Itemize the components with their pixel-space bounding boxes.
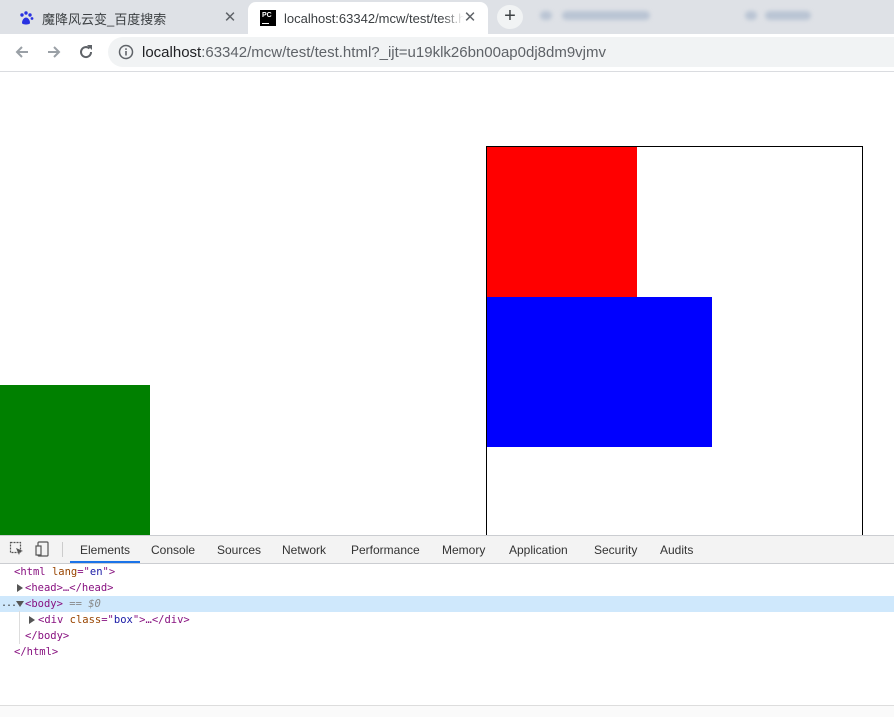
- browser-toolbar: localhost:63342/mcw/test/test.html?_ijt=…: [0, 34, 894, 72]
- indent-guide: [19, 627, 20, 644]
- close-tab-icon[interactable]: ✕: [462, 10, 478, 26]
- html-close-tag: </html>: [14, 646, 59, 658]
- device-toolbar-icon[interactable]: [35, 541, 51, 557]
- devtools-panel: Elements Console Sources Network Performance…: [0, 535, 894, 717]
- body-close-tag: </body>: [25, 630, 70, 642]
- address-bar[interactable]: localhost:63342/mcw/test/test.html?_ijt=…: [108, 37, 894, 67]
- info-icon[interactable]: [118, 44, 134, 60]
- forward-arrow-icon: [48, 46, 61, 58]
- box-container: [486, 146, 863, 535]
- head-tag: <head>…</head>: [25, 582, 114, 594]
- pycharm-icon: PC: [260, 10, 276, 26]
- devtools-toolbar: Elements Console Sources Network Performance…: [0, 536, 894, 564]
- baidu-paw-icon: [20, 11, 34, 25]
- back-arrow-icon: [15, 46, 28, 58]
- dom-node-html[interactable]: <html lang="en">: [0, 564, 894, 580]
- devtools-tab-security[interactable]: Security: [584, 536, 647, 563]
- devtools-tab-application[interactable]: Application: [499, 536, 578, 563]
- url-host: localhost: [142, 43, 202, 61]
- toolbar-divider: [62, 542, 63, 557]
- tab-title: 魔降风云变_百度搜索: [42, 11, 167, 27]
- body-tag: <body>: [25, 598, 63, 610]
- devtools-tab-audits[interactable]: Audits: [650, 536, 703, 563]
- green-square: [0, 385, 150, 535]
- back-button[interactable]: [11, 42, 33, 62]
- blue-rectangle: [487, 297, 712, 447]
- more-options-icon[interactable]: ...: [1, 596, 17, 612]
- devtools-tab-memory[interactable]: Memory: [432, 536, 495, 563]
- devtools-tab-elements[interactable]: Elements: [70, 536, 141, 563]
- inspect-element-icon[interactable]: [9, 541, 25, 557]
- tab-strip: 魔降风云变_百度搜索 ✕ PC localhost:63342/mcw/test…: [0, 0, 894, 34]
- url-text: localhost:63342/mcw/test/test.html?_ijt=…: [142, 44, 606, 61]
- dom-node-body[interactable]: ... <body> == $0: [0, 596, 894, 612]
- expand-triangle-icon[interactable]: [29, 616, 35, 624]
- dom-node-head[interactable]: <head>…</head>: [0, 580, 894, 596]
- page-viewport: [0, 72, 894, 535]
- dom-tree: <html lang="en"> <head>…</head> ... <bod…: [0, 564, 894, 660]
- blurred-profile-area: [540, 5, 890, 27]
- url-path: :63342/mcw/test/test.html?_ijt=u19klk26b…: [201, 43, 607, 61]
- reload-button[interactable]: [75, 42, 97, 62]
- reload-icon: [80, 45, 93, 59]
- forward-button[interactable]: [43, 42, 65, 62]
- close-tab-icon[interactable]: ✕: [222, 10, 238, 26]
- tab-title: localhost:63342/mcw/test/test.html?_ijt=…: [284, 10, 464, 26]
- dom-node-body-close[interactable]: </body>: [0, 627, 894, 644]
- dom-node-div-box[interactable]: <div class="box">…</div>: [0, 611, 894, 643]
- devtools-tab-performance[interactable]: Performance: [341, 536, 430, 563]
- collapse-triangle-icon[interactable]: [16, 601, 24, 607]
- tab-baidu-search[interactable]: 魔降风云变_百度搜索 ✕: [0, 2, 248, 34]
- devtools-breadcrumb-bar: [0, 705, 894, 717]
- new-tab-button[interactable]: +: [497, 5, 523, 29]
- tab-localhost[interactable]: PC localhost:63342/mcw/test/test.html?_i…: [248, 2, 488, 34]
- devtools-tab-network[interactable]: Network: [272, 536, 336, 563]
- dom-node-html-close[interactable]: </html>: [0, 644, 894, 660]
- devtools-tab-console[interactable]: Console: [141, 536, 205, 563]
- red-square: [487, 147, 637, 297]
- expand-triangle-icon[interactable]: [17, 584, 23, 592]
- selected-marker: == $0: [69, 598, 101, 610]
- devtools-tab-sources[interactable]: Sources: [207, 536, 271, 563]
